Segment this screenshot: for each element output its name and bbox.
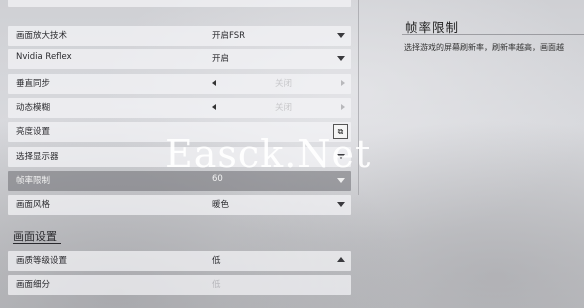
- section-underline: [13, 243, 61, 244]
- detail-description: 选择游戏的屏幕刷新率，刷新率越高，画面越: [404, 43, 564, 52]
- setting-label: 画面放大技术: [16, 31, 68, 41]
- arrow-right-icon[interactable]: [341, 104, 345, 110]
- arrow-left-icon[interactable]: [212, 80, 216, 86]
- settings-row-quality[interactable]: 画质等级设置 低: [8, 251, 351, 271]
- settings-row-partial[interactable]: [8, 0, 351, 7]
- setting-label: 画面风格: [16, 200, 51, 210]
- setting-label: 画面细分: [16, 280, 51, 290]
- chevron-down-icon[interactable]: [337, 202, 345, 207]
- section-title: 画面设置: [13, 230, 57, 243]
- setting-label: 动态模糊: [16, 103, 51, 113]
- settings-row-motion-blur[interactable]: 动态模糊 关闭: [8, 98, 351, 118]
- setting-label: 垂直同步: [16, 79, 51, 89]
- setting-label: 选择显示器: [16, 152, 59, 162]
- arrow-right-icon[interactable]: [341, 80, 345, 86]
- chevron-down-icon[interactable]: [337, 33, 345, 38]
- setting-value: 开启FSR: [212, 31, 246, 41]
- settings-row-upscaling[interactable]: 画面放大技术 开启FSR: [8, 26, 351, 46]
- setting-label: Nvidia Reflex: [16, 52, 72, 62]
- settings-row-subdivision[interactable]: 画面细分 低: [8, 275, 351, 295]
- setting-value: 暖色: [212, 200, 230, 210]
- settings-row-style[interactable]: 画面风格 暖色: [8, 195, 351, 215]
- chevron-down-icon[interactable]: [337, 56, 345, 61]
- setting-value: 低: [212, 280, 221, 290]
- detail-divider: [402, 34, 584, 35]
- setting-value: 开启: [212, 54, 230, 64]
- settings-row-reflex[interactable]: Nvidia Reflex 开启: [8, 49, 351, 69]
- setting-value: 关闭: [275, 103, 293, 113]
- settings-row-vsync[interactable]: 垂直同步 关闭: [8, 74, 351, 94]
- setting-label: 亮度设置: [16, 127, 51, 137]
- arrow-left-icon[interactable]: [212, 104, 216, 110]
- chevron-up-icon[interactable]: [337, 257, 345, 262]
- watermark: Easck.Net: [165, 132, 372, 176]
- setting-label: 帧率限制: [16, 176, 51, 186]
- setting-label: 画质等级设置: [16, 256, 68, 266]
- setting-value: 关闭: [275, 79, 293, 89]
- setting-value: 低: [212, 256, 221, 266]
- chevron-down-icon[interactable]: [337, 178, 345, 183]
